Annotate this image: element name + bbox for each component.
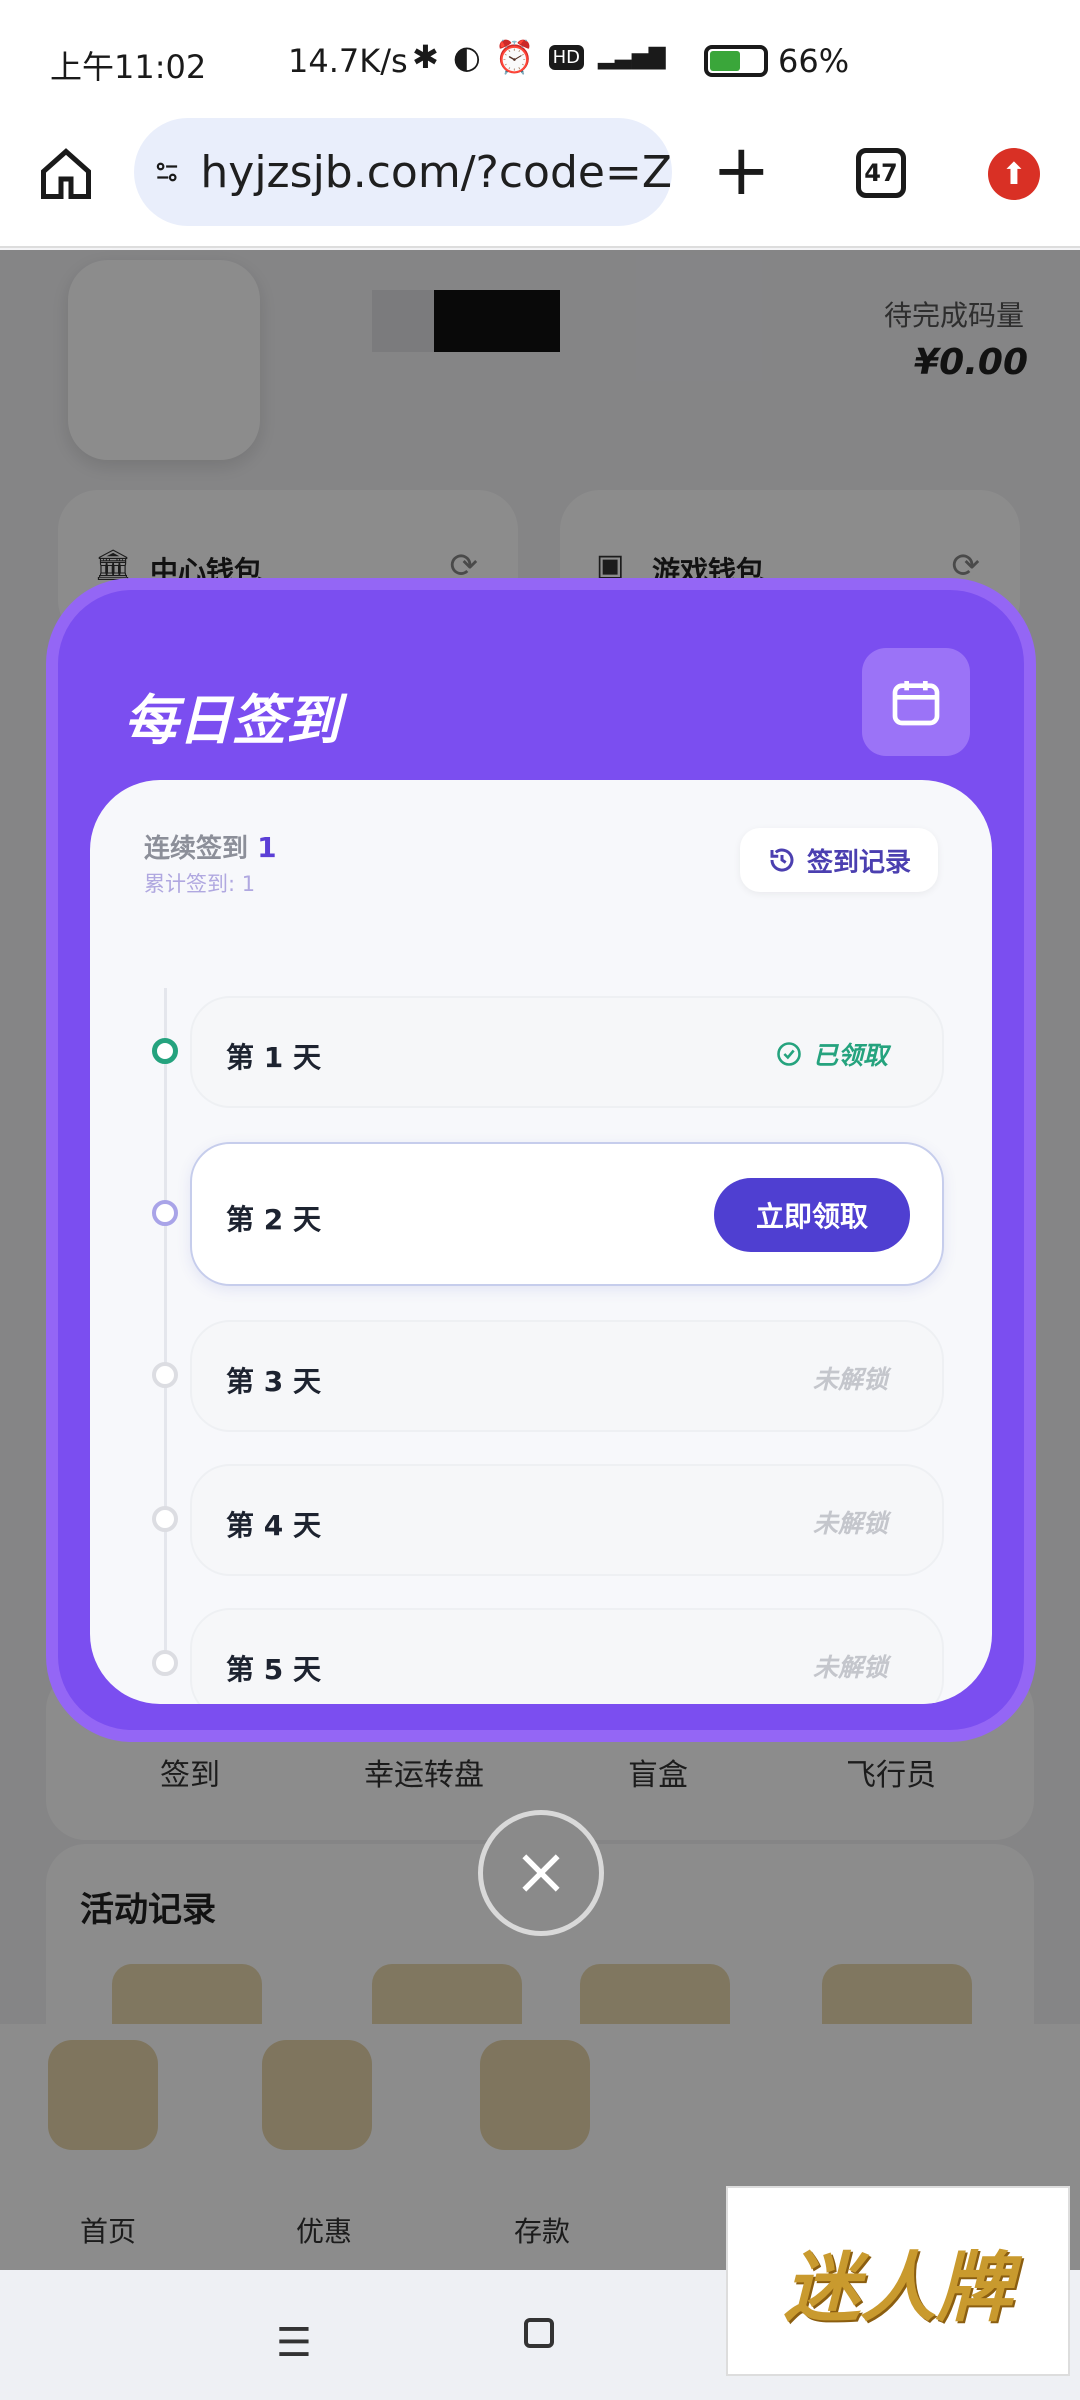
battery-icon xyxy=(704,45,768,77)
signin-record-button[interactable]: 签到记录 xyxy=(740,828,938,892)
timeline-line xyxy=(164,988,167,1668)
calendar-button[interactable] xyxy=(862,648,970,756)
day-2-row: 第 2 天 立即领取 xyxy=(190,1142,944,1286)
hd-icon: HD xyxy=(548,44,584,70)
day-4-status: 未解锁 xyxy=(812,1509,888,1538)
update-icon[interactable]: ⬆ xyxy=(988,148,1040,200)
close-button[interactable] xyxy=(478,1810,604,1936)
day-5-label: 第 5 天 xyxy=(226,1653,321,1686)
record-label: 签到记录 xyxy=(806,847,911,878)
address-bar[interactable]: hyjzsjb.com/?code=Z xyxy=(134,118,672,226)
claim-now-button[interactable]: 立即领取 xyxy=(714,1178,910,1252)
browser-toolbar: hyjzsjb.com/?code=Z + 47 ⬆ xyxy=(0,118,1080,248)
day-1-row: 第 1 天 已领取 xyxy=(190,996,944,1108)
streak-label: 连续签到 xyxy=(144,834,249,864)
day-2-label: 第 2 天 xyxy=(226,1203,321,1236)
day-3-status: 未解锁 xyxy=(812,1365,888,1394)
status-icons: ✱ ◐ ⏰ HD ▂▃▅▇ xyxy=(412,38,666,76)
day-1-dot xyxy=(152,1038,178,1064)
day-5-row: 第 5 天 未解锁 xyxy=(190,1608,944,1704)
day-3-label: 第 3 天 xyxy=(226,1365,321,1398)
battery: 66% xyxy=(704,42,849,80)
calendar-icon xyxy=(892,681,940,726)
day-2-dot xyxy=(152,1200,178,1226)
tabs-icon[interactable]: 47 xyxy=(856,148,906,198)
streak-text: 连续签到 1 xyxy=(144,828,277,865)
toggle-icon: ◐ xyxy=(452,38,481,76)
day-4-label: 第 4 天 xyxy=(226,1509,321,1542)
total-signin: 累计签到: 1 xyxy=(144,872,256,896)
daily-signin-modal: 每日签到 连续签到 1 累计签到: 1 签到记录 第 1 天 已领取 第 2 天… xyxy=(46,578,1036,1742)
network-speed: 14.7K/s xyxy=(288,42,408,80)
check-circle-icon xyxy=(777,1042,801,1066)
day-1-status: 已领取 xyxy=(775,1036,888,1072)
watermark-text: 迷人牌 xyxy=(784,2243,1012,2332)
signin-panel: 连续签到 1 累计签到: 1 签到记录 第 1 天 已领取 第 2 天 立即领取… xyxy=(90,780,992,1704)
bluetooth-icon: ✱ xyxy=(412,38,439,76)
close-icon xyxy=(522,1854,560,1892)
status-time: 上午11:02 xyxy=(50,48,207,86)
url-text: hyjzsjb.com/?code=Z xyxy=(200,146,672,198)
nav-home-icon[interactable] xyxy=(524,2318,554,2348)
modal-title: 每日签到 xyxy=(124,689,340,752)
alarm-icon: ⏰ xyxy=(494,38,535,76)
day-3-row: 第 3 天 未解锁 xyxy=(190,1320,944,1432)
day-3-dot xyxy=(152,1362,178,1388)
menu-icon[interactable]: ☰ xyxy=(276,2320,312,2366)
status-bar: 上午11:02 14.7K/s ✱ ◐ ⏰ HD ▂▃▅▇ 66% xyxy=(0,0,1080,118)
site-settings-icon[interactable] xyxy=(154,150,180,194)
signal-icon: ▂▃▅▇ xyxy=(597,44,666,70)
day-4-row: 第 4 天 未解锁 xyxy=(190,1464,944,1576)
battery-level: 66% xyxy=(778,42,850,80)
home-icon[interactable] xyxy=(36,144,96,204)
plus-icon[interactable]: + xyxy=(712,135,771,205)
watermark-logo: 迷人牌 xyxy=(726,2186,1070,2376)
day-5-status: 未解锁 xyxy=(812,1653,888,1682)
day-5-dot xyxy=(152,1650,178,1676)
day-4-dot xyxy=(152,1506,178,1532)
streak-value: 1 xyxy=(257,831,277,864)
history-icon xyxy=(770,848,794,872)
day-1-label: 第 1 天 xyxy=(226,1041,321,1074)
screen: 上午11:02 14.7K/s ✱ ◐ ⏰ HD ▂▃▅▇ 66% hyjzsj… xyxy=(0,0,1080,2400)
day-1-status-text: 已领取 xyxy=(812,1041,888,1070)
